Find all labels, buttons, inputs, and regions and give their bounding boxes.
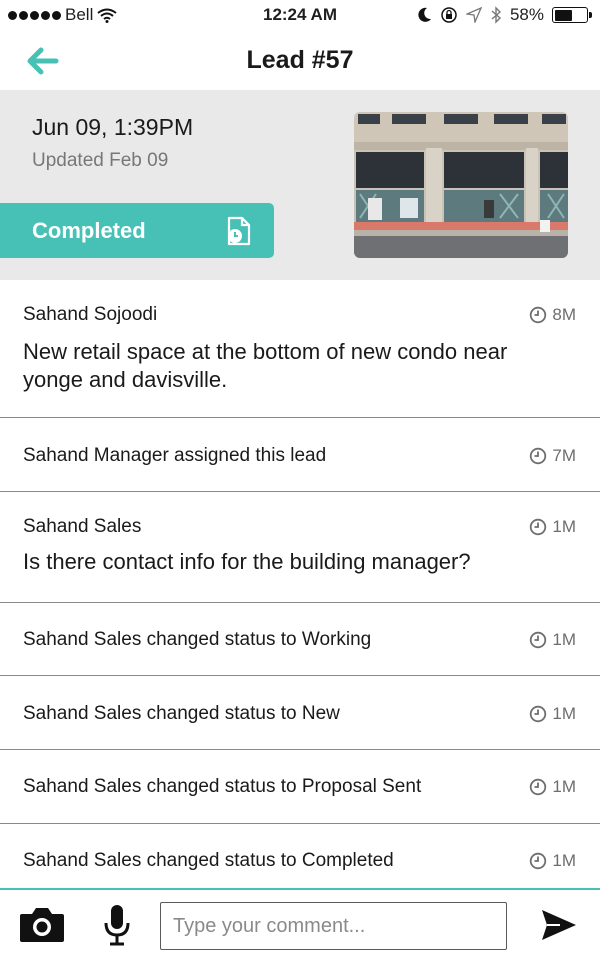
lead-updated: Updated Feb 09	[32, 150, 169, 171]
lead-date: Jun 09, 1:39PM	[32, 114, 194, 140]
status-button[interactable]: Completed	[0, 203, 274, 258]
clock-icon	[530, 447, 547, 465]
status-button-label: Completed	[32, 217, 146, 243]
comment-author: Sahand Sales	[23, 516, 142, 537]
clock-icon	[530, 705, 547, 723]
feed-event[interactable]: Sahand Sales changed status to New 1M	[0, 676, 600, 750]
location-arrow-icon	[465, 7, 482, 23]
feed-comment[interactable]: Sahand Sojoodi 8M New retail space at th…	[0, 280, 600, 418]
feed-comment[interactable]: Sahand Sales 1M Is there contact info fo…	[0, 492, 600, 603]
carrier-name: Bell	[65, 5, 94, 24]
status-bar: Bell 12:24 AM 58%	[0, 0, 600, 32]
comment-input[interactable]	[160, 902, 507, 950]
orientation-lock-icon	[440, 6, 458, 24]
send-button[interactable]	[540, 908, 578, 942]
send-icon	[542, 910, 576, 940]
feed-event[interactable]: Sahand Manager assigned this lead 7M	[0, 418, 600, 492]
event-time: 1M	[529, 851, 576, 871]
feed-event[interactable]: Sahand Sales changed status to Completed…	[0, 824, 600, 888]
comment-text: New retail space at the bottom of new co…	[23, 339, 508, 392]
event-time: 1M	[529, 704, 576, 724]
wifi-icon	[97, 8, 117, 23]
comment-composer	[0, 888, 600, 960]
comment-author: Sahand Sojoodi	[23, 304, 158, 325]
event-text: Sahand Sales changed status to Completed	[23, 850, 394, 871]
arrow-left-icon	[27, 47, 59, 75]
activity-feed[interactable]: Sahand Sojoodi 8M New retail space at th…	[0, 280, 600, 888]
clock-icon	[530, 778, 547, 796]
event-time: 1M	[529, 630, 576, 650]
event-text: Sahand Sales changed status to New	[23, 703, 340, 724]
status-left: Bell	[8, 5, 117, 25]
lead-photo[interactable]	[354, 112, 568, 258]
battery-percent: 58%	[509, 5, 544, 24]
microphone-icon	[104, 905, 130, 946]
signal-dots-icon	[8, 10, 61, 20]
status-right: 58%	[418, 5, 592, 25]
microphone-button[interactable]	[102, 904, 132, 946]
event-time: 1M	[529, 777, 576, 797]
clock-icon	[530, 852, 547, 870]
battery-icon	[552, 7, 592, 23]
building-storefront-photo	[354, 112, 568, 258]
feed-event[interactable]: Sahand Sales changed status to Working 1…	[0, 603, 600, 676]
event-text: Sahand Manager assigned this lead	[23, 445, 327, 466]
event-text: Sahand Sales changed status to Proposal …	[23, 776, 422, 797]
comment-text: Is there contact info for the building m…	[23, 549, 471, 574]
clock-icon	[530, 518, 547, 536]
moon-icon	[418, 7, 432, 23]
comment-time: 1M	[529, 517, 576, 537]
camera-button[interactable]	[18, 906, 66, 944]
document-clock-icon	[227, 216, 251, 246]
bluetooth-icon	[490, 6, 502, 24]
clock-icon	[530, 306, 547, 324]
feed-event[interactable]: Sahand Sales changed status to Proposal …	[0, 750, 600, 824]
clock-icon	[530, 631, 547, 649]
back-button[interactable]	[22, 44, 62, 78]
page-title: Lead #57	[246, 46, 354, 74]
event-time: 7M	[529, 446, 576, 466]
camera-icon	[20, 908, 64, 942]
nav-bar: Lead #57	[0, 32, 600, 90]
event-text: Sahand Sales changed status to Working	[23, 629, 372, 650]
lead-header: Jun 09, 1:39PM Updated Feb 09 Completed	[0, 90, 600, 280]
comment-time: 8M	[529, 305, 576, 325]
